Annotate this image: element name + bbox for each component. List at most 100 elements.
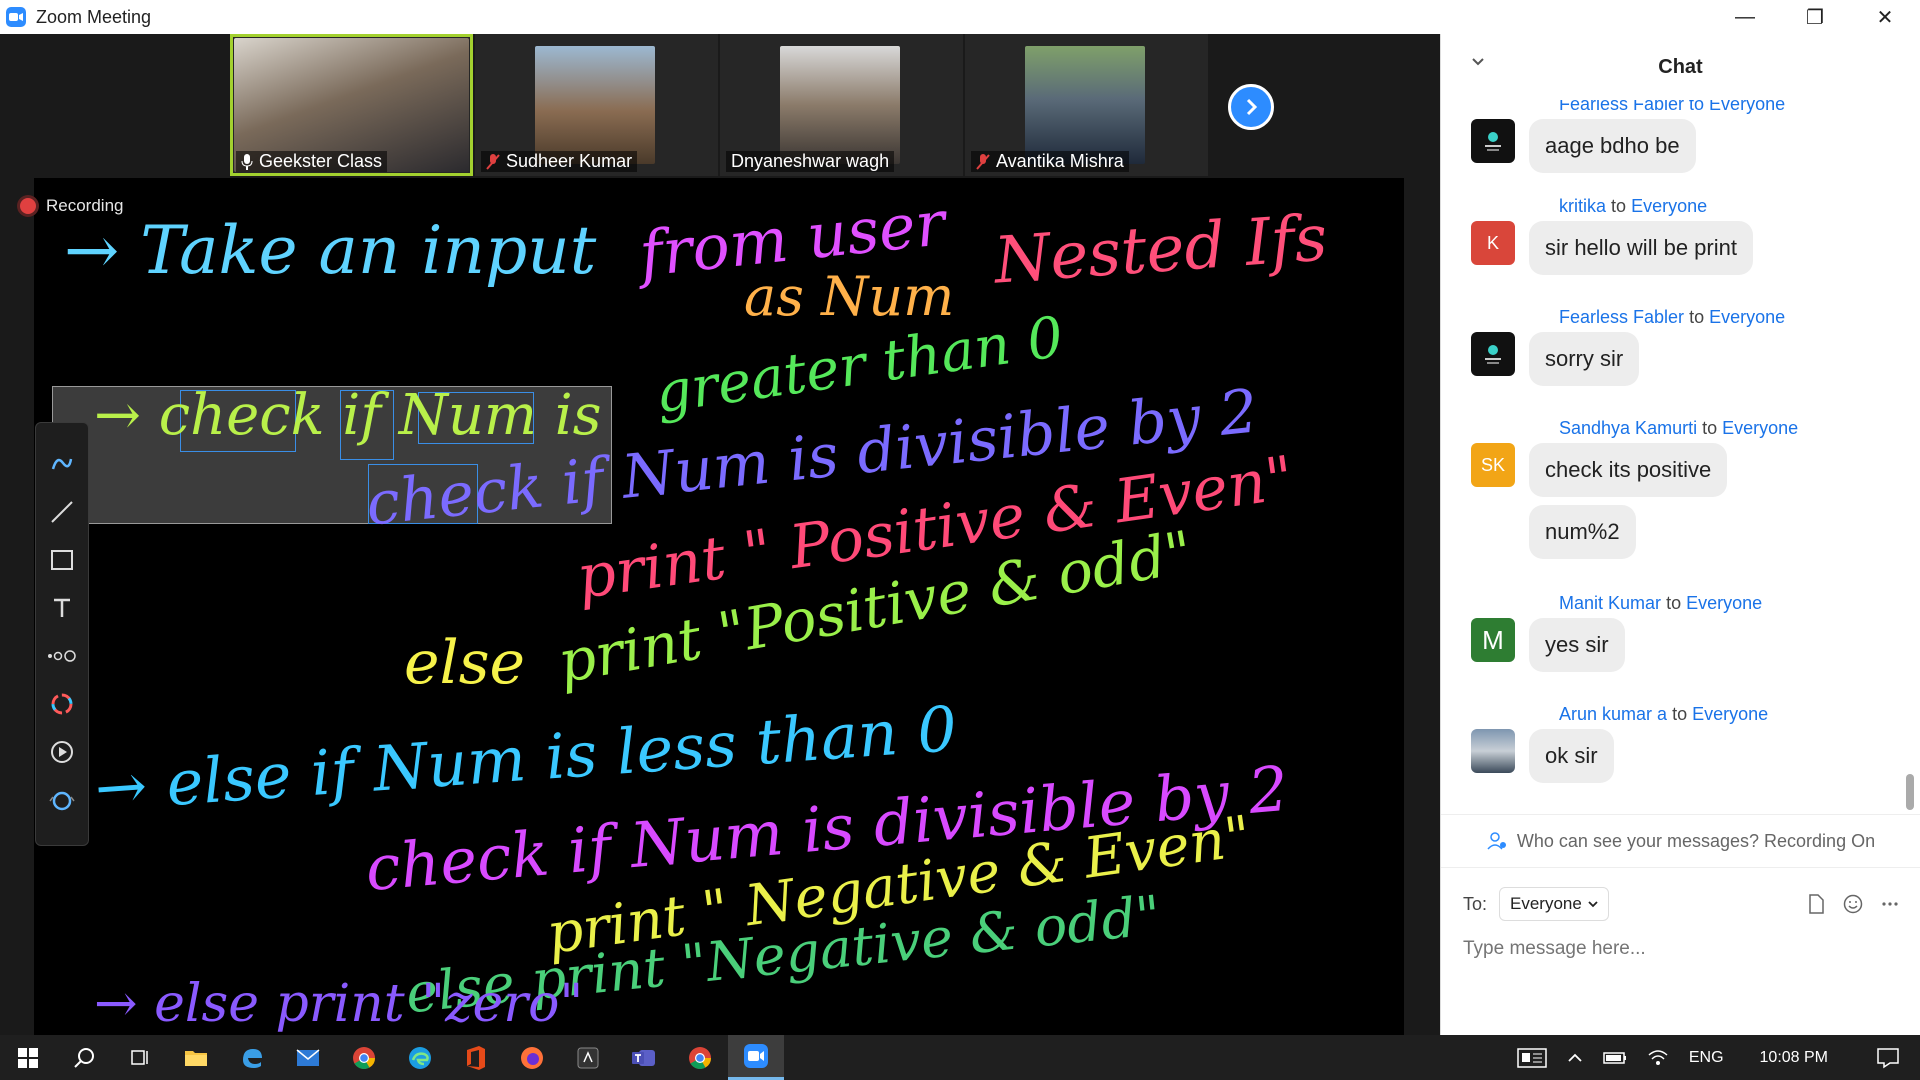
color-picker-icon[interactable] (46, 687, 78, 721)
participant-label: Sudheer Kumar (481, 151, 638, 172)
avatar (1471, 119, 1515, 163)
participant-tile[interactable]: Dnyaneshwar wagh (720, 34, 963, 176)
zoom-logo-icon (6, 7, 26, 27)
teams-icon[interactable] (616, 1035, 672, 1080)
participant-video (1025, 46, 1145, 164)
chevron-down-icon[interactable] (1471, 54, 1485, 72)
mic-muted-icon (976, 153, 990, 170)
file-explorer-icon[interactable] (168, 1035, 224, 1080)
message-sender-partial: Fearless Fabler to Everyone (1559, 100, 1786, 114)
next-participants-button[interactable] (1228, 84, 1274, 130)
chat-message: kritika to Everyone K sir hello will be … (1471, 196, 1891, 275)
edge-legacy-icon[interactable] (224, 1035, 280, 1080)
message-sender: Manit Kumar to Everyone (1559, 593, 1763, 613)
task-view-icon[interactable] (112, 1035, 168, 1080)
app-icon[interactable] (560, 1035, 616, 1080)
chat-scrollbar[interactable] (1906, 774, 1914, 810)
window-title: Zoom Meeting (36, 6, 152, 27)
chrome-icon[interactable] (336, 1035, 392, 1080)
office-icon[interactable] (448, 1035, 504, 1080)
participant-tile[interactable]: Avantika Mishra (965, 34, 1208, 176)
chat-header: Chat (1441, 34, 1920, 100)
windows-taskbar: ENG 10:08 PM (0, 1035, 1920, 1080)
notifications-icon (1877, 1047, 1899, 1068)
message-bubble: sir hello will be print (1529, 221, 1753, 275)
people-icon (1487, 832, 1506, 850)
emoji-icon (1843, 894, 1863, 914)
window-controls: — ❐ ✕ (1440, 0, 1920, 34)
chevron-up-icon (1568, 1053, 1582, 1062)
chat-title: Chat (1658, 55, 1703, 78)
chat-message: Arun kumar a to Everyone ok sir (1471, 704, 1891, 783)
message-bubble: sorry sir (1529, 332, 1640, 386)
to-label: To: (1463, 893, 1488, 914)
restore-icon[interactable]: ❐ (1780, 0, 1850, 34)
chevron-down-icon (1588, 901, 1598, 908)
recipient-row: To: Everyone (1463, 886, 1899, 922)
participant-name: Sudheer Kumar (506, 151, 633, 171)
whiteboard-line: as Num (744, 265, 955, 328)
chat-message: Fearless Fabler to Everyone sorry sir (1471, 307, 1891, 386)
whiteboard-line: Nested Ifs (991, 201, 1330, 299)
recording-dot-icon (20, 198, 36, 214)
rotate-icon[interactable] (46, 783, 78, 817)
battery-icon (1603, 1051, 1626, 1064)
whiteboard-line: → Take an input (64, 212, 597, 289)
message-sender: Fearless Fabler to Everyone (1559, 307, 1786, 327)
close-icon[interactable]: ✕ (1850, 0, 1920, 34)
chat-message: Sandhya Kamurti to Everyone SK check its… (1471, 418, 1891, 559)
language-indicator[interactable]: ENG (1689, 1049, 1724, 1067)
shared-whiteboard[interactable]: → Take an input from user as Num Nested … (34, 178, 1404, 1035)
zoom-app-icon[interactable] (728, 1035, 784, 1080)
message-bubble: check its positive (1529, 443, 1728, 497)
system-tray: ENG 10:08 PM (1517, 1035, 1920, 1080)
chat-panel: Chat Fearless Fabler to Everyone aage bd… (1440, 34, 1920, 1035)
participant-label: Dnyaneshwar wagh (726, 151, 895, 172)
edge-icon[interactable] (392, 1035, 448, 1080)
recording-indicator: Recording (20, 196, 124, 216)
minimize-icon[interactable]: — (1710, 0, 1780, 34)
clock[interactable]: 10:08 PM (1760, 1049, 1828, 1067)
participant-name: Geekster Class (259, 151, 383, 171)
annotation-toolbar (35, 422, 89, 846)
avatar: K (1471, 221, 1515, 265)
participant-label: Avantika Mishra (971, 151, 1129, 172)
participant-name: Dnyaneshwar wagh (731, 151, 890, 171)
file-icon (1809, 894, 1824, 914)
message-bubble: aage bdho be (1529, 119, 1696, 173)
title-bar: Zoom Meeting (0, 0, 1440, 34)
news-icon (1517, 1047, 1547, 1068)
firefox-icon[interactable] (504, 1035, 560, 1080)
search-icon[interactable] (56, 1035, 112, 1080)
participant-label: Geekster Class (236, 151, 388, 172)
participant-tile[interactable]: Geekster Class (230, 34, 473, 176)
mic-muted-icon (486, 153, 500, 170)
chat-message: Fearless Fabler to Everyone aage bdho be (1471, 100, 1891, 173)
recipient-select[interactable]: Everyone (1499, 887, 1609, 921)
message-sender: Sandhya Kamurti to Everyone (1559, 418, 1799, 438)
participant-tile[interactable]: Sudheer Kumar (475, 34, 718, 176)
stroke-width-icon[interactable] (46, 639, 78, 673)
windows-start-icon[interactable] (0, 1035, 56, 1080)
chrome-icon[interactable] (672, 1035, 728, 1080)
play-icon[interactable] (46, 735, 78, 769)
recording-label: Recording (46, 196, 124, 215)
participant-name: Avantika Mishra (996, 151, 1124, 171)
avatar: SK (1471, 443, 1515, 487)
rectangle-tool-icon[interactable] (46, 543, 78, 577)
message-sender: kritika to Everyone (1559, 196, 1708, 216)
message-bubble: yes sir (1529, 618, 1625, 672)
line-tool-icon[interactable] (46, 495, 78, 529)
draw-tool-icon[interactable] (46, 447, 78, 481)
visibility-note[interactable]: Who can see your messages? Recording On (1441, 814, 1920, 868)
chat-actions (1807, 894, 1899, 914)
chevron-right-icon (1246, 98, 1258, 116)
mail-icon[interactable] (280, 1035, 336, 1080)
avatar (1471, 729, 1515, 773)
message-bubble: ok sir (1529, 729, 1614, 783)
text-tool-icon[interactable] (46, 591, 78, 625)
visibility-text: Who can see your messages? Recording On (1516, 830, 1876, 851)
meeting-area: Geekster Class Sudheer Kumar Dnyaneshwar… (0, 34, 1440, 1035)
chat-messages[interactable]: Fearless Fabler to Everyone aage bdho be… (1441, 100, 1920, 813)
message-input[interactable] (1463, 938, 1899, 960)
